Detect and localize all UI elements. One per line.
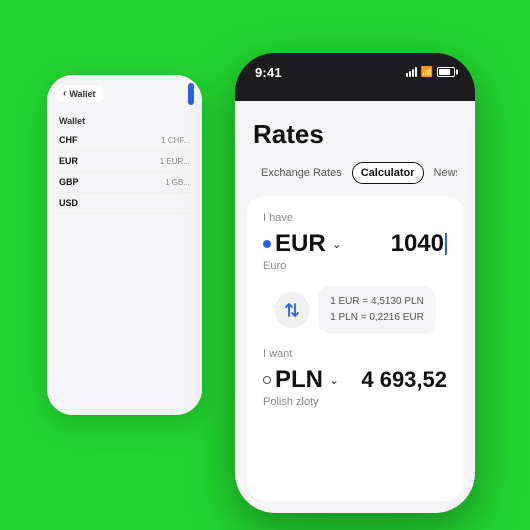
status-time: 9:41 bbox=[255, 65, 282, 80]
tab-news[interactable]: News bbox=[426, 163, 457, 183]
tab-exchange-rates[interactable]: Exchange Rates bbox=[253, 163, 350, 183]
notch-area: 9:41 📶 bbox=[235, 53, 475, 101]
bg-scroll-indicator bbox=[188, 83, 194, 105]
to-amount: 4 693,52 bbox=[361, 367, 447, 393]
bg-eur-val: 1 EUR... bbox=[160, 157, 190, 166]
i-have-label: I have bbox=[263, 212, 447, 224]
phone-main: 9:41 📶 bbox=[235, 53, 475, 513]
bg-eur-row: EUR 1 EUR... bbox=[55, 151, 194, 172]
status-icons: 📶 bbox=[406, 67, 455, 78]
rate-line1: 1 EUR = 4,5130 PLN bbox=[330, 294, 424, 310]
swap-button[interactable] bbox=[274, 292, 310, 328]
rate-line2: 1 PLN = 0,2216 EUR bbox=[330, 310, 424, 326]
bg-chf-row: CHF 1 CHF... bbox=[55, 130, 194, 151]
bg-usd-row: USD bbox=[55, 193, 194, 214]
from-currency-row: EUR ⌄ 1040 bbox=[263, 230, 447, 258]
text-cursor bbox=[445, 233, 447, 255]
screen: Rates Exchange Rates Calculator News Com… bbox=[235, 101, 475, 513]
bg-usd-code: USD bbox=[59, 198, 78, 208]
i-want-label: I want bbox=[263, 348, 447, 360]
from-currency-left: EUR ⌄ bbox=[263, 230, 342, 258]
notch bbox=[310, 83, 400, 101]
from-amount-display[interactable]: 1040 bbox=[391, 230, 447, 258]
to-currency-left: PLN ⌄ bbox=[263, 366, 339, 394]
bg-gbp-val: 1 GB... bbox=[165, 178, 190, 187]
bg-eur-code: EUR bbox=[59, 156, 78, 166]
rate-info-box: 1 EUR = 4,5130 PLN 1 PLN = 0,2216 EUR bbox=[318, 286, 436, 334]
swap-icon bbox=[283, 301, 301, 319]
from-currency-name: Euro bbox=[263, 260, 447, 272]
battery-icon bbox=[437, 67, 455, 77]
to-currency-dot bbox=[263, 376, 271, 384]
bg-gbp-row: GBP 1 GB... bbox=[55, 172, 194, 193]
to-currency-name: Polish zloty bbox=[263, 396, 447, 408]
from-amount: 1040 bbox=[391, 230, 444, 258]
from-currency-dot bbox=[263, 240, 271, 248]
to-currency-code[interactable]: PLN bbox=[275, 366, 323, 394]
screen-header: Rates Exchange Rates Calculator News Com… bbox=[235, 101, 475, 196]
bg-chf-val: 1 CHF... bbox=[161, 136, 190, 145]
status-bar: 9:41 📶 bbox=[235, 61, 475, 83]
bg-chf-code: CHF bbox=[59, 135, 78, 145]
bg-gbp-code: GBP bbox=[59, 177, 79, 187]
background-circle: ‹ Wallet Wallet CHF 1 CHF... EUR 1 EUR..… bbox=[25, 25, 505, 505]
bg-wallet-label: Wallet bbox=[69, 89, 95, 99]
signal-icon bbox=[406, 67, 417, 77]
bg-section-title: Wallet bbox=[55, 110, 194, 130]
tab-calculator[interactable]: Calculator bbox=[352, 162, 424, 184]
from-currency-chevron[interactable]: ⌄ bbox=[332, 237, 342, 251]
calculator-card: I have EUR ⌄ 1040 Euro bbox=[247, 196, 463, 501]
to-currency-chevron[interactable]: ⌄ bbox=[329, 373, 339, 387]
wifi-icon: 📶 bbox=[421, 67, 433, 78]
tab-bar: Exchange Rates Calculator News Commentar… bbox=[253, 162, 457, 184]
from-currency-code[interactable]: EUR bbox=[275, 230, 326, 258]
to-currency-row: PLN ⌄ 4 693,52 bbox=[263, 366, 447, 394]
page-title: Rates bbox=[253, 119, 457, 150]
swap-section: 1 EUR = 4,5130 PLN 1 PLN = 0,2216 EUR bbox=[263, 286, 447, 334]
phone-background: ‹ Wallet Wallet CHF 1 CHF... EUR 1 EUR..… bbox=[47, 75, 202, 415]
